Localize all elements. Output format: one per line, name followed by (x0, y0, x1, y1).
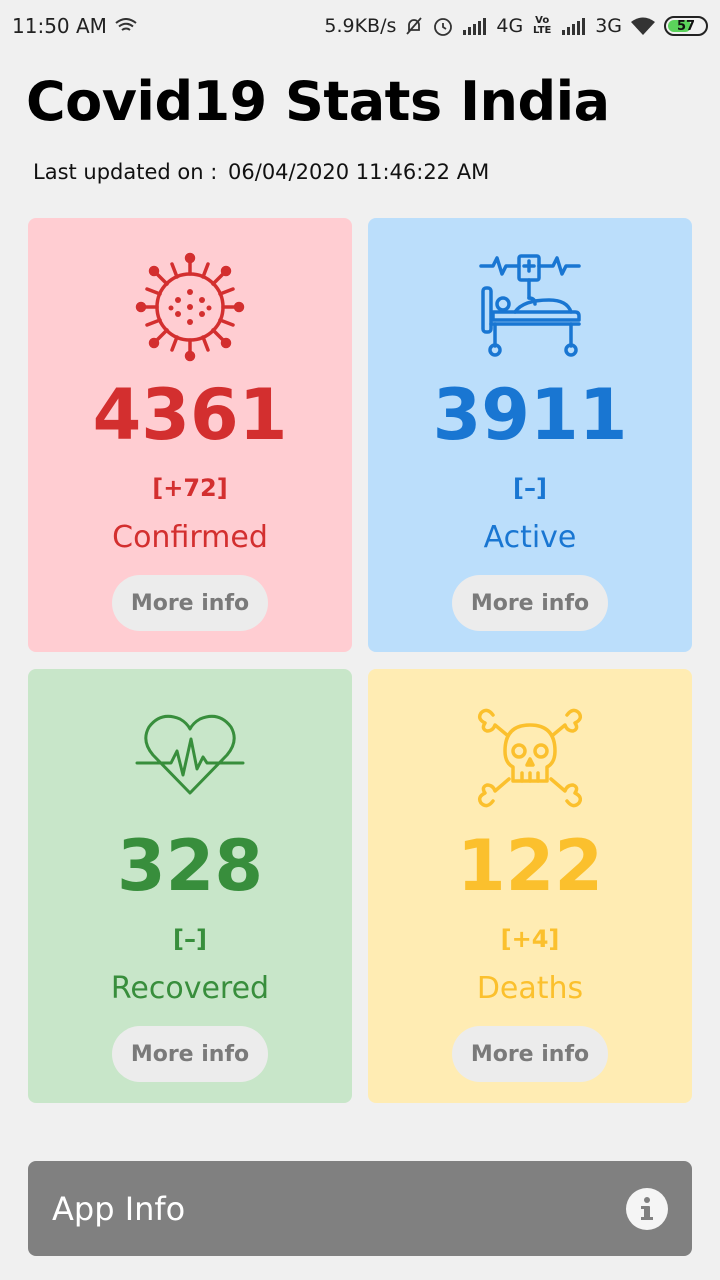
signal-icon (463, 18, 487, 35)
heartbeat-icon (135, 703, 245, 813)
battery-level: 57 (676, 18, 696, 34)
wifi-small-icon (115, 18, 137, 31)
network-type-1: 4G (496, 15, 524, 37)
confirmed-label: Confirmed (112, 520, 268, 555)
status-bar: 11:50 AM 5.9KB/s 4G Vo LTE 3G 57 (0, 0, 720, 52)
battery-icon: 57 (664, 16, 708, 36)
virus-icon (135, 252, 245, 362)
active-label: Active (483, 520, 577, 555)
deaths-more-info-button[interactable]: More info (452, 1026, 608, 1082)
alarm-icon (434, 18, 453, 36)
page-title: Covid19 Stats India (26, 70, 610, 133)
active-card: 3911 [–] Active More info (368, 218, 692, 652)
confirmed-delta: [+72] (152, 474, 228, 502)
status-time: 11:50 AM (12, 14, 107, 38)
last-updated-label: Last updated on : (33, 160, 218, 184)
skull-crossbones-icon (475, 703, 585, 813)
confirmed-more-info-button[interactable]: More info (112, 575, 268, 631)
confirmed-count: 4361 (92, 374, 288, 456)
recovered-card: 328 [–] Recovered More info (28, 669, 352, 1103)
status-bar-right: 5.9KB/s 4G Vo LTE 3G 57 (324, 15, 708, 37)
confirmed-card: 4361 [+72] Confirmed More info (28, 218, 352, 652)
volte-badge: Vo LTE (533, 15, 552, 36)
active-count: 3911 (432, 374, 628, 456)
deaths-delta: [+4] (500, 925, 560, 953)
deaths-card: 122 [+4] Deaths More info (368, 669, 692, 1103)
net-speed: 5.9KB/s (324, 15, 397, 37)
recovered-more-info-button[interactable]: More info (112, 1026, 268, 1082)
hospital-bed-icon (475, 252, 585, 362)
recovered-delta: [–] (173, 925, 207, 953)
recovered-count: 328 (116, 825, 264, 907)
info-icon (626, 1187, 668, 1230)
deaths-label: Deaths (476, 971, 584, 1006)
active-delta: [–] (513, 474, 547, 502)
active-more-info-button[interactable]: More info (452, 575, 608, 631)
signal-icon-2 (562, 18, 586, 35)
recovered-label: Recovered (110, 971, 270, 1006)
app-info-button[interactable]: App Info (28, 1161, 692, 1256)
status-bar-left: 11:50 AM (12, 14, 137, 38)
app-info-label: App Info (52, 1189, 186, 1228)
deaths-count: 122 (456, 825, 604, 907)
network-type-2: 3G (595, 15, 622, 37)
wifi-icon (631, 17, 655, 35)
last-updated: Last updated on : 06/04/2020 11:46:22 AM (33, 160, 489, 184)
mute-bell-icon (406, 17, 423, 35)
last-updated-value: 06/04/2020 11:46:22 AM (228, 160, 490, 184)
